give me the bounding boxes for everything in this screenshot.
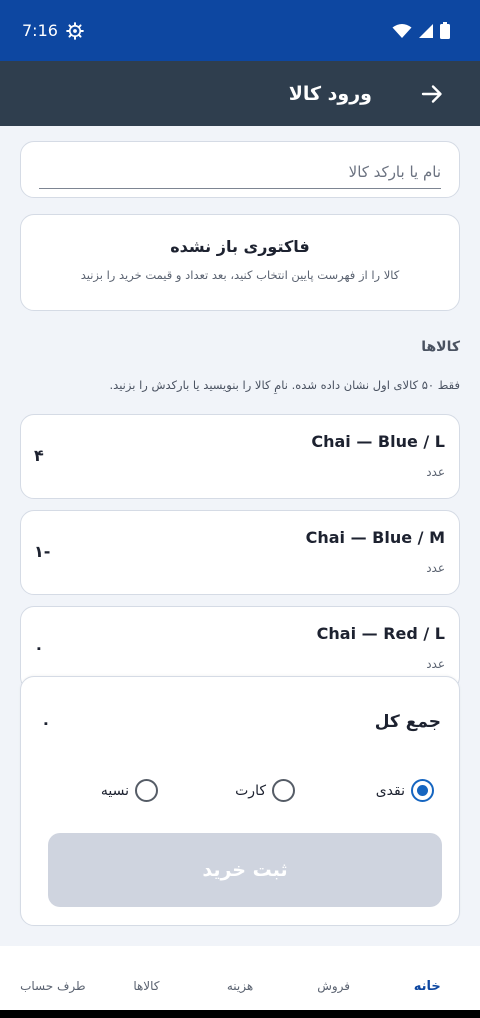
payment-option-credit[interactable]: نسیه [101, 779, 158, 802]
products-section-hint: فقط ۵۰ کالای اول نشان داده شده. نامِ کال… [109, 378, 461, 392]
settings-gear-icon [66, 21, 84, 40]
page-title: ورود کالا [288, 82, 372, 105]
wifi-icon [392, 23, 412, 38]
product-list-item[interactable]: Chai — Blue / M عدد -۱ [20, 510, 460, 595]
nav-item-sales[interactable]: فروش [289, 963, 379, 993]
product-unit: عدد [426, 657, 445, 671]
payment-option-label: کارت [235, 782, 266, 799]
search-card [20, 141, 460, 198]
invoice-status-subtitle: کالا را از فهرست پایین انتخاب کنید، بعد … [80, 268, 400, 282]
nav-item-products[interactable]: کالاها [101, 963, 191, 993]
product-stock: -۱ [34, 542, 51, 561]
payment-option-card[interactable]: کارت [235, 779, 295, 802]
status-time: 7:16 [22, 21, 58, 40]
status-bar: 7:16 [0, 0, 480, 61]
arrow-right-icon [421, 84, 442, 103]
product-name: Chai — Blue / L [311, 432, 445, 451]
status-right [392, 22, 450, 39]
payment-method-group: نقدی کارت نسیه [101, 779, 434, 805]
search-input[interactable] [39, 155, 441, 189]
product-list-item[interactable]: Chai — Blue / L عدد ۴ [20, 414, 460, 499]
nav-item-home[interactable]: خانه [382, 963, 472, 994]
payment-option-label: نسیه [100, 782, 129, 799]
cellular-signal-icon [419, 23, 433, 38]
radio-selected-icon[interactable] [411, 779, 434, 802]
total-value: ۰ [41, 713, 51, 732]
product-unit: عدد [426, 561, 445, 575]
invoice-status-title: فاکتوری باز نشده [170, 237, 310, 256]
total-label: جمع کل [374, 712, 441, 732]
back-button[interactable] [414, 76, 450, 112]
product-stock: ۰ [34, 638, 44, 657]
product-name: Chai — Red / L [316, 624, 445, 643]
status-left: 7:16 [22, 21, 84, 40]
product-unit: عدد [426, 465, 445, 479]
payment-option-cash[interactable]: نقدی [376, 779, 434, 802]
nav-item-expenses[interactable]: هزینه [195, 963, 285, 993]
products-section-title: کالاها [421, 339, 460, 355]
invoice-status-card: فاکتوری باز نشده کالا را از فهرست پایین … [20, 214, 460, 311]
system-navigation-bar [0, 1010, 480, 1018]
submit-purchase-button[interactable]: ثبت خرید [48, 833, 442, 907]
checkout-panel: جمع کل ۰ نقدی کارت نسیه ثبت خرید [20, 676, 460, 926]
battery-icon [440, 22, 450, 39]
radio-unselected-icon[interactable] [272, 779, 295, 802]
bottom-navigation: خانه فروش هزینه کالاها طرف حساب [0, 946, 480, 1010]
product-name: Chai — Blue / M [305, 528, 445, 547]
radio-unselected-icon[interactable] [135, 779, 158, 802]
payment-option-label: نقدی [375, 782, 405, 799]
nav-item-contacts[interactable]: طرف حساب [8, 963, 98, 993]
product-stock: ۴ [34, 446, 44, 465]
app-bar: ورود کالا [0, 61, 480, 126]
